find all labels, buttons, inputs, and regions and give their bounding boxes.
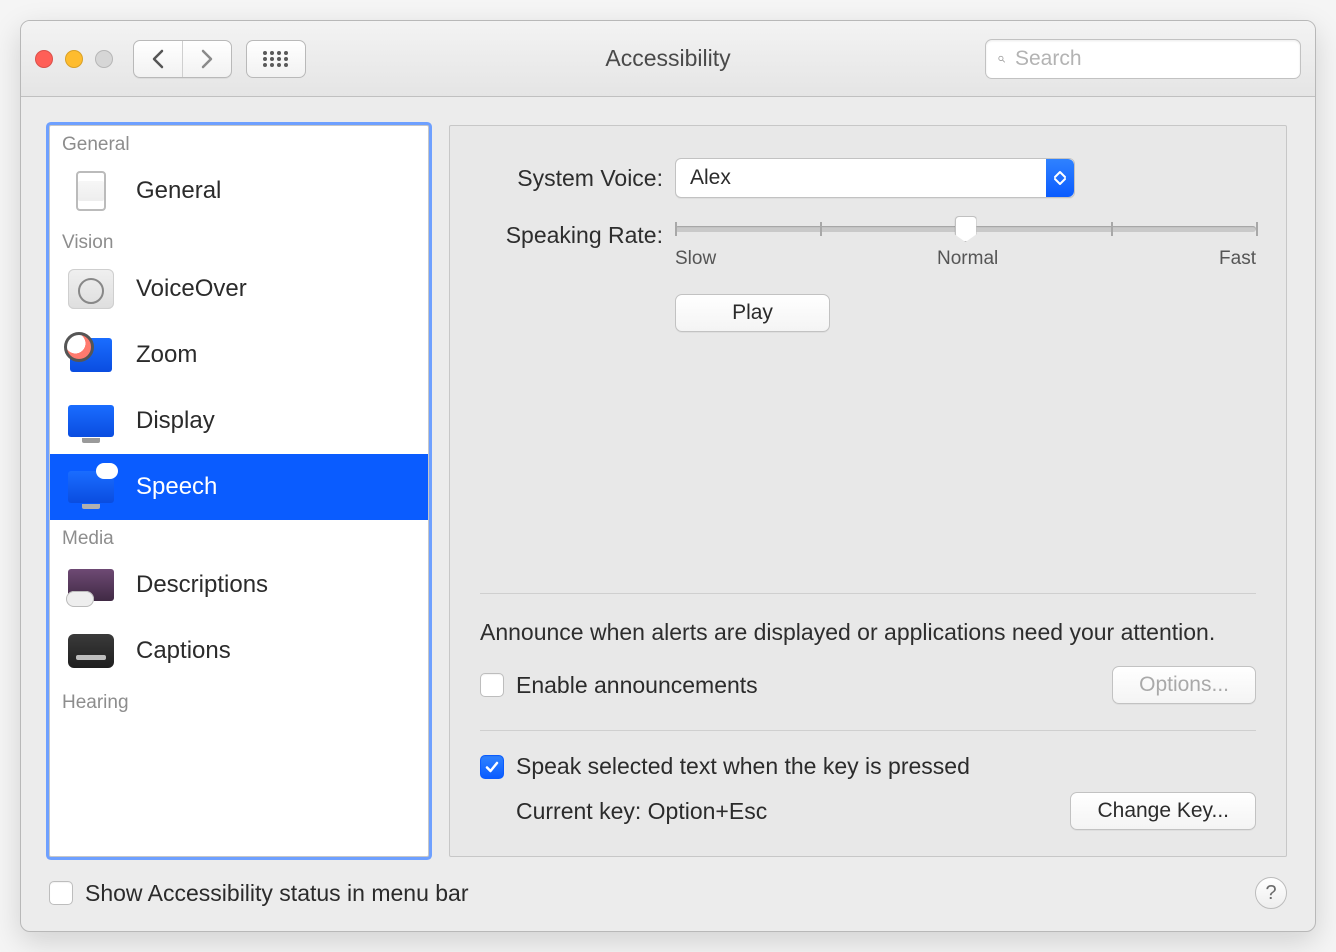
settings-panel: System Voice: Alex Speaking Rate: <box>449 125 1287 857</box>
sidebar-item-general[interactable]: General <box>50 158 428 224</box>
speaking-rate-label: Speaking Rate: <box>480 222 675 249</box>
search-field[interactable] <box>985 39 1301 79</box>
window: Accessibility General General Vision Voi… <box>20 20 1316 932</box>
check-icon <box>484 759 500 775</box>
switch-icon <box>64 168 118 214</box>
search-icon <box>998 50 1005 68</box>
options-button: Options... <box>1112 666 1256 704</box>
speak-selected-row[interactable]: Speak selected text when the key is pres… <box>480 753 1256 780</box>
sidebar-item-zoom[interactable]: Zoom <box>50 322 428 388</box>
system-voice-popup[interactable]: Alex <box>675 158 1075 198</box>
speak-selected-checkbox[interactable] <box>480 755 504 779</box>
magnifier-icon <box>64 332 118 378</box>
play-button[interactable]: Play <box>675 294 830 332</box>
sidebar-item-display[interactable]: Display <box>50 388 428 454</box>
sidebar-item-label: Descriptions <box>136 571 268 599</box>
speak-selected-label: Speak selected text when the key is pres… <box>516 753 970 780</box>
system-voice-label: System Voice: <box>480 165 675 192</box>
tick-slow: Slow <box>675 248 716 270</box>
speech-icon <box>64 464 118 510</box>
toolbar: Accessibility <box>21 21 1315 97</box>
divider <box>480 730 1256 731</box>
popup-arrows-icon <box>1046 159 1074 197</box>
enable-announcements-row[interactable]: Enable announcements <box>480 672 758 699</box>
grid-icon <box>262 50 290 68</box>
chevron-left-icon <box>151 49 165 69</box>
sidebar-item-label: General <box>136 177 221 205</box>
window-controls <box>35 50 113 68</box>
speaking-rate-row: Speaking Rate: Slow Normal Fast <box>480 222 1256 270</box>
tick-fast: Fast <box>1219 248 1256 270</box>
enable-announcements-label: Enable announcements <box>516 672 758 699</box>
slider-tick-labels: Slow Normal Fast <box>675 248 1256 270</box>
section-vision: Vision <box>50 224 428 256</box>
minimize-icon[interactable] <box>65 50 83 68</box>
sidebar-item-speech[interactable]: Speech <box>50 454 428 520</box>
change-key-button[interactable]: Change Key... <box>1070 792 1256 830</box>
sidebar-item-label: Zoom <box>136 341 197 369</box>
current-key-text: Current key: Option+Esc <box>516 798 767 825</box>
divider <box>480 593 1256 594</box>
search-input[interactable] <box>1013 46 1288 72</box>
menu-bar-status-checkbox[interactable] <box>49 881 73 905</box>
section-media: Media <box>50 520 428 552</box>
back-button[interactable] <box>134 41 182 77</box>
descriptions-icon <box>64 562 118 608</box>
section-hearing: Hearing <box>50 684 428 716</box>
sidebar-item-voiceover[interactable]: VoiceOver <box>50 256 428 322</box>
nav-segmented <box>133 40 232 78</box>
section-general: General <box>50 126 428 158</box>
announce-description: Announce when alerts are displayed or ap… <box>480 616 1256 648</box>
sidebar-item-captions[interactable]: Captions <box>50 618 428 684</box>
tick-normal: Normal <box>937 248 998 270</box>
play-row: Play <box>480 294 1256 332</box>
menu-bar-status-row[interactable]: Show Accessibility status in menu bar <box>49 880 469 907</box>
chevron-right-icon <box>200 49 214 69</box>
menu-bar-status-label: Show Accessibility status in menu bar <box>85 880 469 907</box>
slider-thumb[interactable] <box>955 216 977 242</box>
zoom-icon <box>95 50 113 68</box>
captions-icon <box>64 628 118 674</box>
close-icon[interactable] <box>35 50 53 68</box>
content: General General Vision VoiceOver Zoom Di… <box>21 97 1315 865</box>
display-icon <box>64 398 118 444</box>
forward-button[interactable] <box>182 41 231 77</box>
sidebar-item-label: Display <box>136 407 215 435</box>
speaking-rate-slider[interactable] <box>675 226 1256 232</box>
category-list[interactable]: General General Vision VoiceOver Zoom Di… <box>49 125 429 857</box>
system-voice-row: System Voice: Alex <box>480 158 1256 198</box>
sidebar-item-label: VoiceOver <box>136 275 247 303</box>
sidebar-item-label: Captions <box>136 637 231 665</box>
footer: Show Accessibility status in menu bar ? <box>21 865 1315 931</box>
system-voice-value: Alex <box>690 166 731 190</box>
sidebar-item-label: Speech <box>136 473 217 501</box>
show-all-button[interactable] <box>246 40 306 78</box>
sidebar-item-descriptions[interactable]: Descriptions <box>50 552 428 618</box>
voiceover-icon <box>64 266 118 312</box>
help-button[interactable]: ? <box>1255 877 1287 909</box>
enable-announcements-checkbox[interactable] <box>480 673 504 697</box>
